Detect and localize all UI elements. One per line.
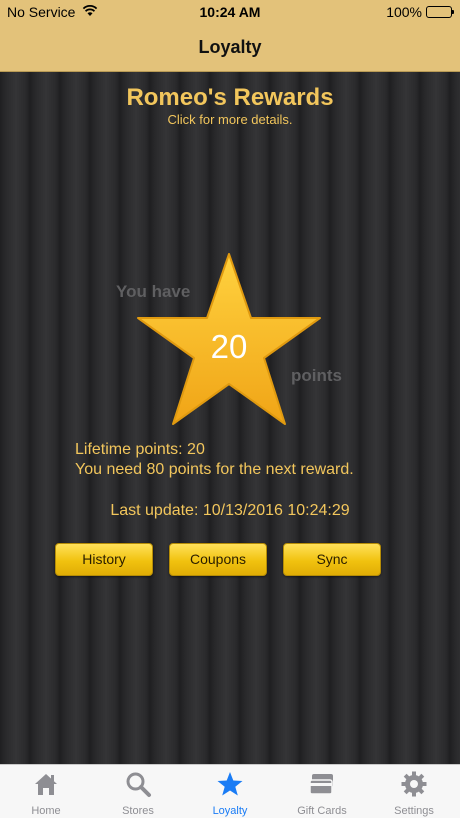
tab-stores[interactable]: Stores — [92, 765, 184, 818]
lifetime-points: Lifetime points: 20 — [75, 441, 205, 458]
tab-loyalty-label: Loyalty — [212, 805, 248, 817]
tab-loyalty[interactable]: Loyalty — [184, 765, 276, 818]
sync-button[interactable]: Sync — [283, 543, 381, 576]
last-update: Last update: 10/13/2016 10:24:29 — [110, 502, 350, 519]
star-icon — [217, 772, 243, 796]
battery-percent: 100% — [386, 4, 422, 20]
nav-title: Loyalty — [0, 24, 460, 72]
tab-home[interactable]: Home — [0, 765, 92, 818]
points-label: points — [291, 366, 342, 385]
status-bar: No Service 10:24 AM 100% — [0, 0, 460, 24]
search-icon — [126, 772, 151, 797]
battery-icon — [426, 6, 454, 18]
tab-settings-label: Settings — [394, 805, 434, 817]
rewards-title[interactable]: Romeo's Rewards — [0, 84, 460, 112]
points-value: 20 — [210, 328, 248, 365]
coupons-button[interactable]: Coupons — [169, 543, 267, 576]
tab-bar: Home Stores Loyalty Gift Cards Settings — [0, 764, 460, 818]
tab-settings[interactable]: Settings — [368, 765, 460, 818]
points-needed: You need 80 points for the next reward. — [75, 461, 354, 478]
tab-gift-cards[interactable]: Gift Cards — [276, 765, 368, 818]
loyalty-content: Romeo's Rewards Click for more details. … — [0, 72, 460, 764]
gear-icon — [401, 771, 427, 797]
rewards-details-hint[interactable]: Click for more details. — [0, 112, 460, 127]
tab-gift-cards-label: Gift Cards — [297, 805, 347, 817]
history-button[interactable]: History — [55, 543, 153, 576]
gift-cards-icon — [309, 774, 333, 795]
tab-home-label: Home — [31, 805, 61, 817]
home-icon — [35, 774, 57, 795]
tab-stores-label: Stores — [122, 805, 154, 817]
